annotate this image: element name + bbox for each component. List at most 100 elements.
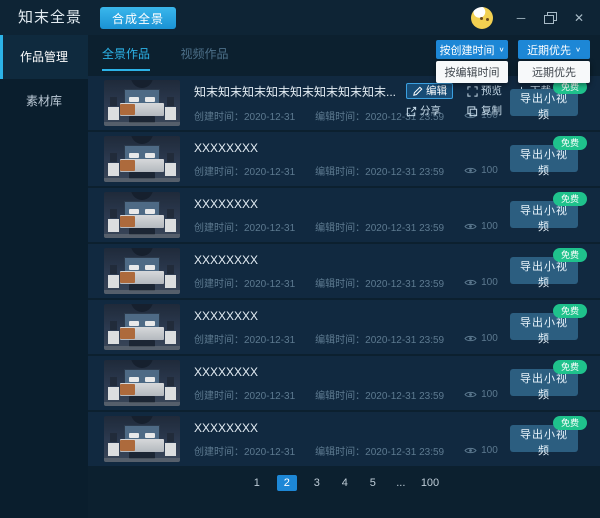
user-avatar[interactable] bbox=[471, 7, 493, 29]
work-info: XXXXXXXX 创建时间：2020-12-31 编辑时间：2020-12-31… bbox=[194, 309, 498, 346]
thumb-lamp-right bbox=[167, 433, 174, 442]
thumb-nightstand-left bbox=[108, 219, 119, 232]
page-ellipsis: ... bbox=[393, 475, 409, 491]
work-thumbnail[interactable] bbox=[104, 360, 180, 406]
thumb-nightstand-right bbox=[165, 107, 176, 120]
free-badge: 免费 bbox=[553, 136, 587, 150]
work-thumbnail[interactable] bbox=[104, 136, 180, 182]
action-label: 预览 bbox=[481, 84, 502, 98]
thumb-pillow bbox=[129, 377, 139, 382]
thumb-lamp-left bbox=[110, 265, 117, 274]
thumb-blanket bbox=[120, 328, 135, 339]
thumb-blanket bbox=[120, 160, 135, 171]
work-thumbnail[interactable] bbox=[104, 80, 180, 126]
title-bar: 知末全景 合成全景 ─ ✕ bbox=[0, 0, 600, 35]
action-label: 分享 bbox=[420, 104, 441, 118]
work-row[interactable]: XXXXXXXX 创建时间：2020-12-31 编辑时间：2020-12-31… bbox=[88, 132, 600, 186]
work-row[interactable]: XXXXXXXX 创建时间：2020-12-31 编辑时间：2020-12-31… bbox=[88, 356, 600, 410]
chevron-down-icon: ∨ bbox=[575, 46, 581, 53]
views: 100 bbox=[464, 277, 498, 288]
views-icon bbox=[464, 278, 477, 287]
work-info: XXXXXXXX 创建时间：2020-12-31 编辑时间：2020-12-31… bbox=[194, 365, 498, 402]
page-button-3[interactable]: 3 bbox=[309, 475, 325, 491]
work-title: XXXXXXXX bbox=[194, 421, 498, 435]
free-badge: 免费 bbox=[553, 416, 587, 430]
page-button-5[interactable]: 5 bbox=[365, 475, 381, 491]
work-thumbnail[interactable] bbox=[104, 248, 180, 294]
sort-by-time-selected[interactable]: 按创建时间 ∨ bbox=[436, 40, 508, 59]
work-row[interactable]: XXXXXXXX 创建时间：2020-12-31 编辑时间：2020-12-31… bbox=[88, 244, 600, 298]
edited-time: 编辑时间：2020-12-31 23:59 bbox=[315, 387, 444, 402]
thumb-lamp-left bbox=[110, 377, 117, 386]
share-button[interactable]: 分享 bbox=[406, 104, 453, 118]
sort-order-label: 近期优先 bbox=[527, 42, 571, 58]
sort-by-time-option[interactable]: 按编辑时间 bbox=[436, 61, 508, 83]
work-row[interactable]: XXXXXXXX 创建时间：2020-12-31 编辑时间：2020-12-31… bbox=[88, 300, 600, 354]
created-time: 创建时间：2020-12-31 bbox=[194, 275, 295, 290]
work-info: XXXXXXXX 创建时间：2020-12-31 编辑时间：2020-12-31… bbox=[194, 421, 498, 458]
free-badge: 免费 bbox=[553, 304, 587, 318]
views-icon bbox=[464, 334, 477, 343]
page-button-2[interactable]: 2 bbox=[277, 475, 297, 491]
work-row[interactable]: 知末知末知末知末知末知末知末知末... 创建时间：2020-12-31 编辑时间… bbox=[88, 76, 600, 130]
sidebar-item-works[interactable]: 作品管理 bbox=[0, 35, 88, 79]
compose-panorama-button[interactable]: 合成全景 bbox=[100, 7, 176, 29]
app-logo: 知末全景 bbox=[18, 0, 82, 35]
export-area: 导出小视频 免费 bbox=[510, 257, 578, 291]
maximize-button[interactable] bbox=[543, 11, 557, 25]
page-button-100[interactable]: 100 bbox=[421, 475, 439, 491]
thumb-pillow bbox=[129, 265, 139, 270]
work-row[interactable]: XXXXXXXX 创建时间：2020-12-31 编辑时间：2020-12-31… bbox=[88, 188, 600, 242]
thumb-lamp-left bbox=[110, 433, 117, 442]
thumb-lamp-right bbox=[167, 321, 174, 330]
work-row[interactable]: XXXXXXXX 创建时间：2020-12-31 编辑时间：2020-12-31… bbox=[88, 412, 600, 466]
free-badge: 免费 bbox=[553, 192, 587, 206]
views: 100 bbox=[464, 389, 498, 400]
views-count: 100 bbox=[481, 221, 498, 232]
sidebar-item-materials[interactable]: 素材库 bbox=[0, 79, 88, 123]
sort-order-option[interactable]: 远期优先 bbox=[518, 61, 590, 83]
export-area: 导出小视频 免费 bbox=[510, 313, 578, 347]
thumb-nightstand-right bbox=[165, 387, 176, 400]
tab-panorama-works[interactable]: 全景作品 bbox=[102, 35, 150, 71]
tab-video-works[interactable]: 视频作品 bbox=[180, 35, 228, 69]
sort-by-time-dropdown: 按创建时间 ∨ 按编辑时间 bbox=[436, 40, 508, 83]
preview-icon bbox=[467, 86, 478, 97]
edit-button[interactable]: 编辑 bbox=[406, 83, 453, 99]
thumb-lamp-right bbox=[167, 97, 174, 106]
views: 100 bbox=[464, 333, 498, 344]
thumb-lamp-left bbox=[110, 97, 117, 106]
tab-bar: 全景作品 视频作品 按创建时间 ∨ 按编辑时间 近期优先 ∨ 远期优先 bbox=[88, 35, 600, 70]
thumb-blanket bbox=[120, 104, 135, 115]
thumb-blanket bbox=[120, 216, 135, 227]
preview-button[interactable]: 预览 bbox=[467, 84, 502, 98]
work-meta: 创建时间：2020-12-31 编辑时间：2020-12-31 23:59 10… bbox=[194, 275, 498, 290]
page-button-1[interactable]: 1 bbox=[249, 475, 265, 491]
work-title: XXXXXXXX bbox=[194, 309, 498, 323]
sort-order-selected[interactable]: 近期优先 ∨ bbox=[518, 40, 590, 59]
work-title: XXXXXXXX bbox=[194, 197, 498, 211]
copy-button[interactable]: 复制 bbox=[467, 104, 502, 118]
views-icon bbox=[464, 222, 477, 231]
thumb-lamp-right bbox=[167, 377, 174, 386]
thumb-ceiling-dome bbox=[131, 304, 153, 312]
thumb-pillow bbox=[145, 321, 155, 326]
views: 100 bbox=[464, 445, 498, 456]
thumb-floor bbox=[104, 458, 180, 462]
thumb-ceiling-dome bbox=[131, 360, 153, 368]
work-thumbnail[interactable] bbox=[104, 192, 180, 238]
work-title: XXXXXXXX bbox=[194, 253, 498, 267]
sort-order-dropdown: 近期优先 ∨ 远期优先 bbox=[518, 40, 590, 83]
export-area: 导出小视频 免费 bbox=[510, 201, 578, 235]
minimize-button[interactable]: ─ bbox=[514, 11, 528, 25]
thumb-nightstand-right bbox=[165, 275, 176, 288]
close-button[interactable]: ✕ bbox=[572, 11, 586, 25]
page-button-4[interactable]: 4 bbox=[337, 475, 353, 491]
thumb-floor bbox=[104, 346, 180, 350]
action-label: 编辑 bbox=[426, 84, 447, 98]
work-thumbnail[interactable] bbox=[104, 304, 180, 350]
thumb-pillow bbox=[129, 153, 139, 158]
thumb-nightstand-right bbox=[165, 331, 176, 344]
work-thumbnail[interactable] bbox=[104, 416, 180, 462]
edited-time: 编辑时间：2020-12-31 23:59 bbox=[315, 163, 444, 178]
